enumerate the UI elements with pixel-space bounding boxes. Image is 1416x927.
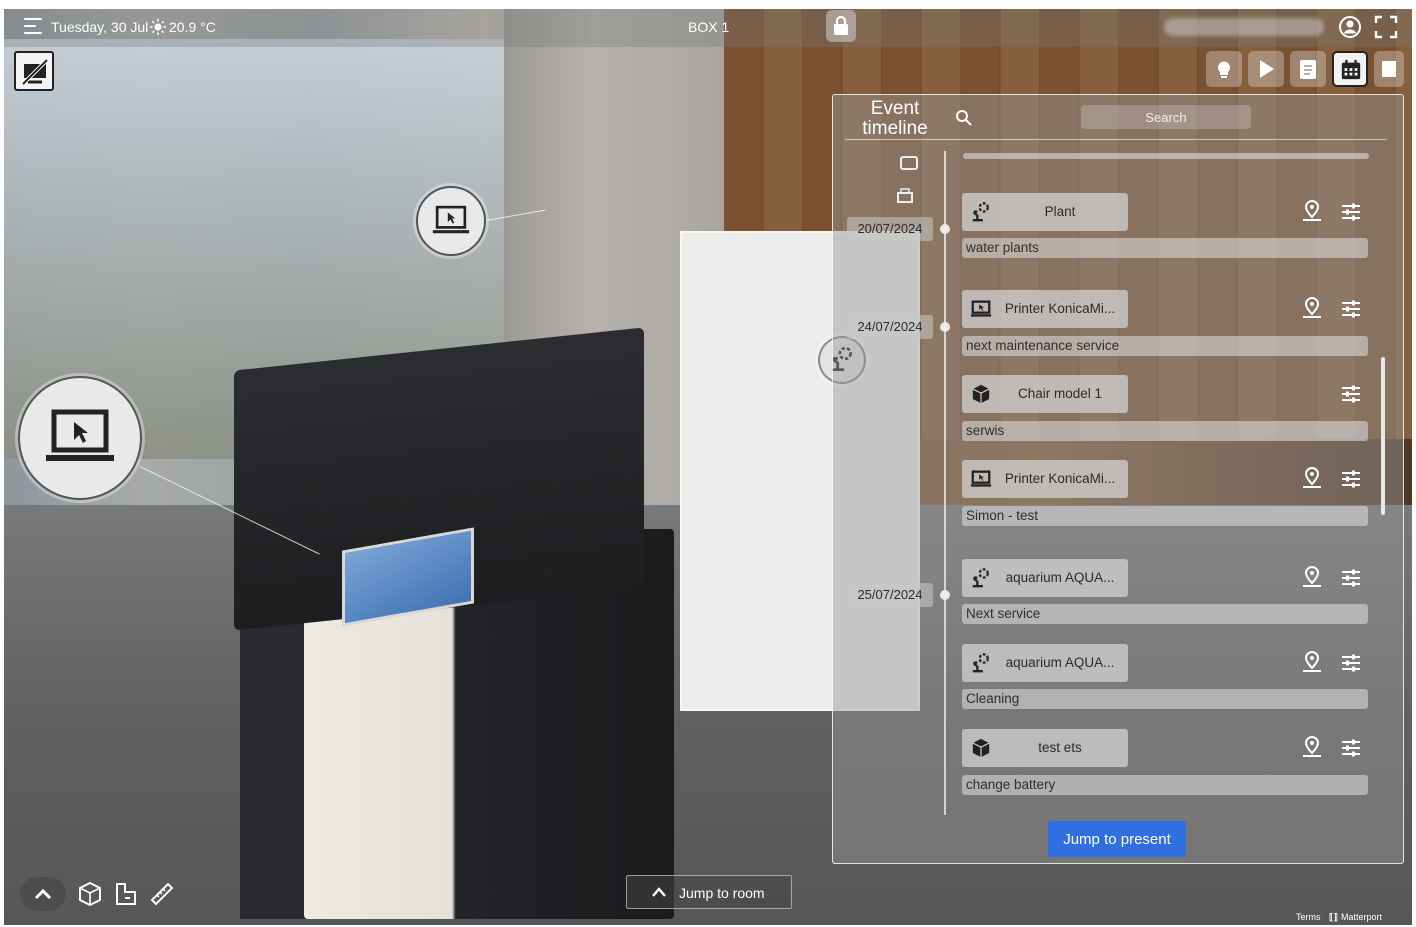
hide-tags-toggle[interactable] <box>14 51 54 91</box>
cube-icon <box>972 384 990 404</box>
clipboard-tool[interactable] <box>1290 51 1326 87</box>
search-input[interactable] <box>1081 105 1251 129</box>
previous-event-stub <box>963 153 1369 159</box>
event-item[interactable]: Printer KonicaMi... <box>962 290 1128 328</box>
sliders-icon[interactable] <box>1340 201 1362 223</box>
menu-icon[interactable] <box>24 18 42 34</box>
sun-icon <box>150 19 166 35</box>
user-name-blurred <box>1164 18 1324 36</box>
expand-controls-button[interactable] <box>20 877 66 911</box>
timeline-axis <box>944 151 946 815</box>
tag-off-icon <box>21 58 49 86</box>
chevron-up-icon <box>34 888 52 900</box>
event-name: test ets <box>1038 740 1082 755</box>
sliders-icon[interactable] <box>1340 567 1362 589</box>
timeline-dot <box>940 224 950 234</box>
date-chip: 24/07/2024 <box>847 315 933 339</box>
event-name: aquarium AQUA... <box>1005 570 1115 585</box>
jump-to-room-button[interactable]: Jump to room <box>626 875 792 909</box>
terms-link[interactable]: Terms <box>1296 912 1321 922</box>
timeline-dot <box>940 590 950 600</box>
sliders-icon[interactable] <box>1340 383 1362 405</box>
event-name: Plant <box>1044 204 1076 219</box>
event-timeline-panel: Event timeline 20/07/2024 24/07/2024 25/… <box>832 94 1404 864</box>
current-date: Tuesday, 30 Jul <box>51 19 149 35</box>
event-name: Chair model 1 <box>1017 386 1103 401</box>
jump-to-room-label: Jump to room <box>679 885 765 901</box>
footer: Terms ⟦⟧ Matterport <box>1296 912 1382 923</box>
measure-icon[interactable] <box>148 880 176 908</box>
cube-icon <box>972 738 990 758</box>
matterport-logo-icon: ⟦⟧ <box>1329 912 1338 922</box>
event-name: aquarium AQUA... <box>1005 655 1115 670</box>
tv-icon <box>900 156 918 170</box>
jump-to-present-button[interactable]: Jump to present <box>1048 821 1186 857</box>
event-description: Cleaning <box>962 689 1368 709</box>
event-description: water plants <box>962 238 1368 258</box>
event-description: change battery <box>962 775 1368 795</box>
fullscreen-icon[interactable] <box>1374 15 1398 39</box>
space-title: BOX 1 <box>688 19 730 35</box>
lightbulb-icon <box>1218 61 1230 78</box>
laptop-icon <box>432 205 470 234</box>
event-description: Simon - test <box>962 506 1368 526</box>
event-item[interactable]: Chair model 1 <box>962 375 1128 413</box>
panel-title: Event timeline <box>862 98 928 139</box>
sliders-icon[interactable] <box>1340 737 1362 759</box>
event-description: serwis <box>962 421 1368 441</box>
event-item[interactable]: aquarium AQUA... <box>962 559 1128 597</box>
lock-icon[interactable] <box>826 10 856 42</box>
location-pin-icon[interactable] <box>1301 199 1323 223</box>
printer-icon <box>897 188 913 203</box>
laptop-icon <box>46 409 114 461</box>
lightbulb-tool[interactable] <box>1206 51 1242 87</box>
event-description: next maintenance service <box>962 336 1368 356</box>
square-icon <box>1382 61 1396 77</box>
location-pin-icon[interactable] <box>1301 466 1323 490</box>
calendar-icon <box>1341 59 1361 80</box>
chevron-up-icon <box>652 887 666 897</box>
event-item[interactable]: aquarium AQUA... <box>962 644 1128 682</box>
event-description: Next service <box>962 604 1368 624</box>
sliders-icon[interactable] <box>1340 652 1362 674</box>
location-pin-icon[interactable] <box>1301 650 1323 674</box>
search-icon[interactable] <box>955 109 973 127</box>
printer-tag-marker-small[interactable] <box>416 186 486 256</box>
event-name: Printer KonicaMi... <box>1004 301 1116 316</box>
plant-icon <box>972 653 989 673</box>
timeline-dot <box>940 322 950 332</box>
location-pin-icon[interactable] <box>1301 296 1323 320</box>
play-icon <box>1260 60 1274 78</box>
plant-icon <box>972 568 989 588</box>
date-chip: 20/07/2024 <box>847 217 933 241</box>
printer-tag-marker[interactable] <box>18 376 142 500</box>
event-item[interactable]: Plant <box>962 193 1128 231</box>
location-pin-icon[interactable] <box>1301 735 1323 759</box>
date-chip: 25/07/2024 <box>847 583 933 607</box>
event-item[interactable]: test ets <box>962 729 1128 767</box>
sliders-icon[interactable] <box>1340 468 1362 490</box>
plant-icon <box>972 202 989 222</box>
clipboard-icon <box>1300 60 1316 79</box>
brand-name: Matterport <box>1340 912 1382 922</box>
dollhouse-icon[interactable] <box>76 880 104 908</box>
top-bar: Tuesday, 30 Jul 20.9 °C BOX 1 <box>4 9 1412 47</box>
laptop-icon <box>970 470 992 487</box>
play-tool[interactable] <box>1248 51 1284 87</box>
account-icon[interactable] <box>1338 15 1362 39</box>
laptop-icon <box>970 300 992 317</box>
panel-divider <box>845 139 1387 140</box>
location-pin-icon[interactable] <box>1301 565 1323 589</box>
floorplan-icon[interactable] <box>112 880 140 908</box>
scrollbar-thumb[interactable] <box>1381 357 1385 515</box>
event-item[interactable]: Printer KonicaMi... <box>962 460 1128 498</box>
calendar-tool[interactable] <box>1332 51 1368 87</box>
temperature-readout: 20.9 °C <box>169 19 216 35</box>
sliders-icon[interactable] <box>1340 298 1362 320</box>
event-name: Printer KonicaMi... <box>1004 471 1116 486</box>
extra-tool[interactable] <box>1374 51 1404 87</box>
